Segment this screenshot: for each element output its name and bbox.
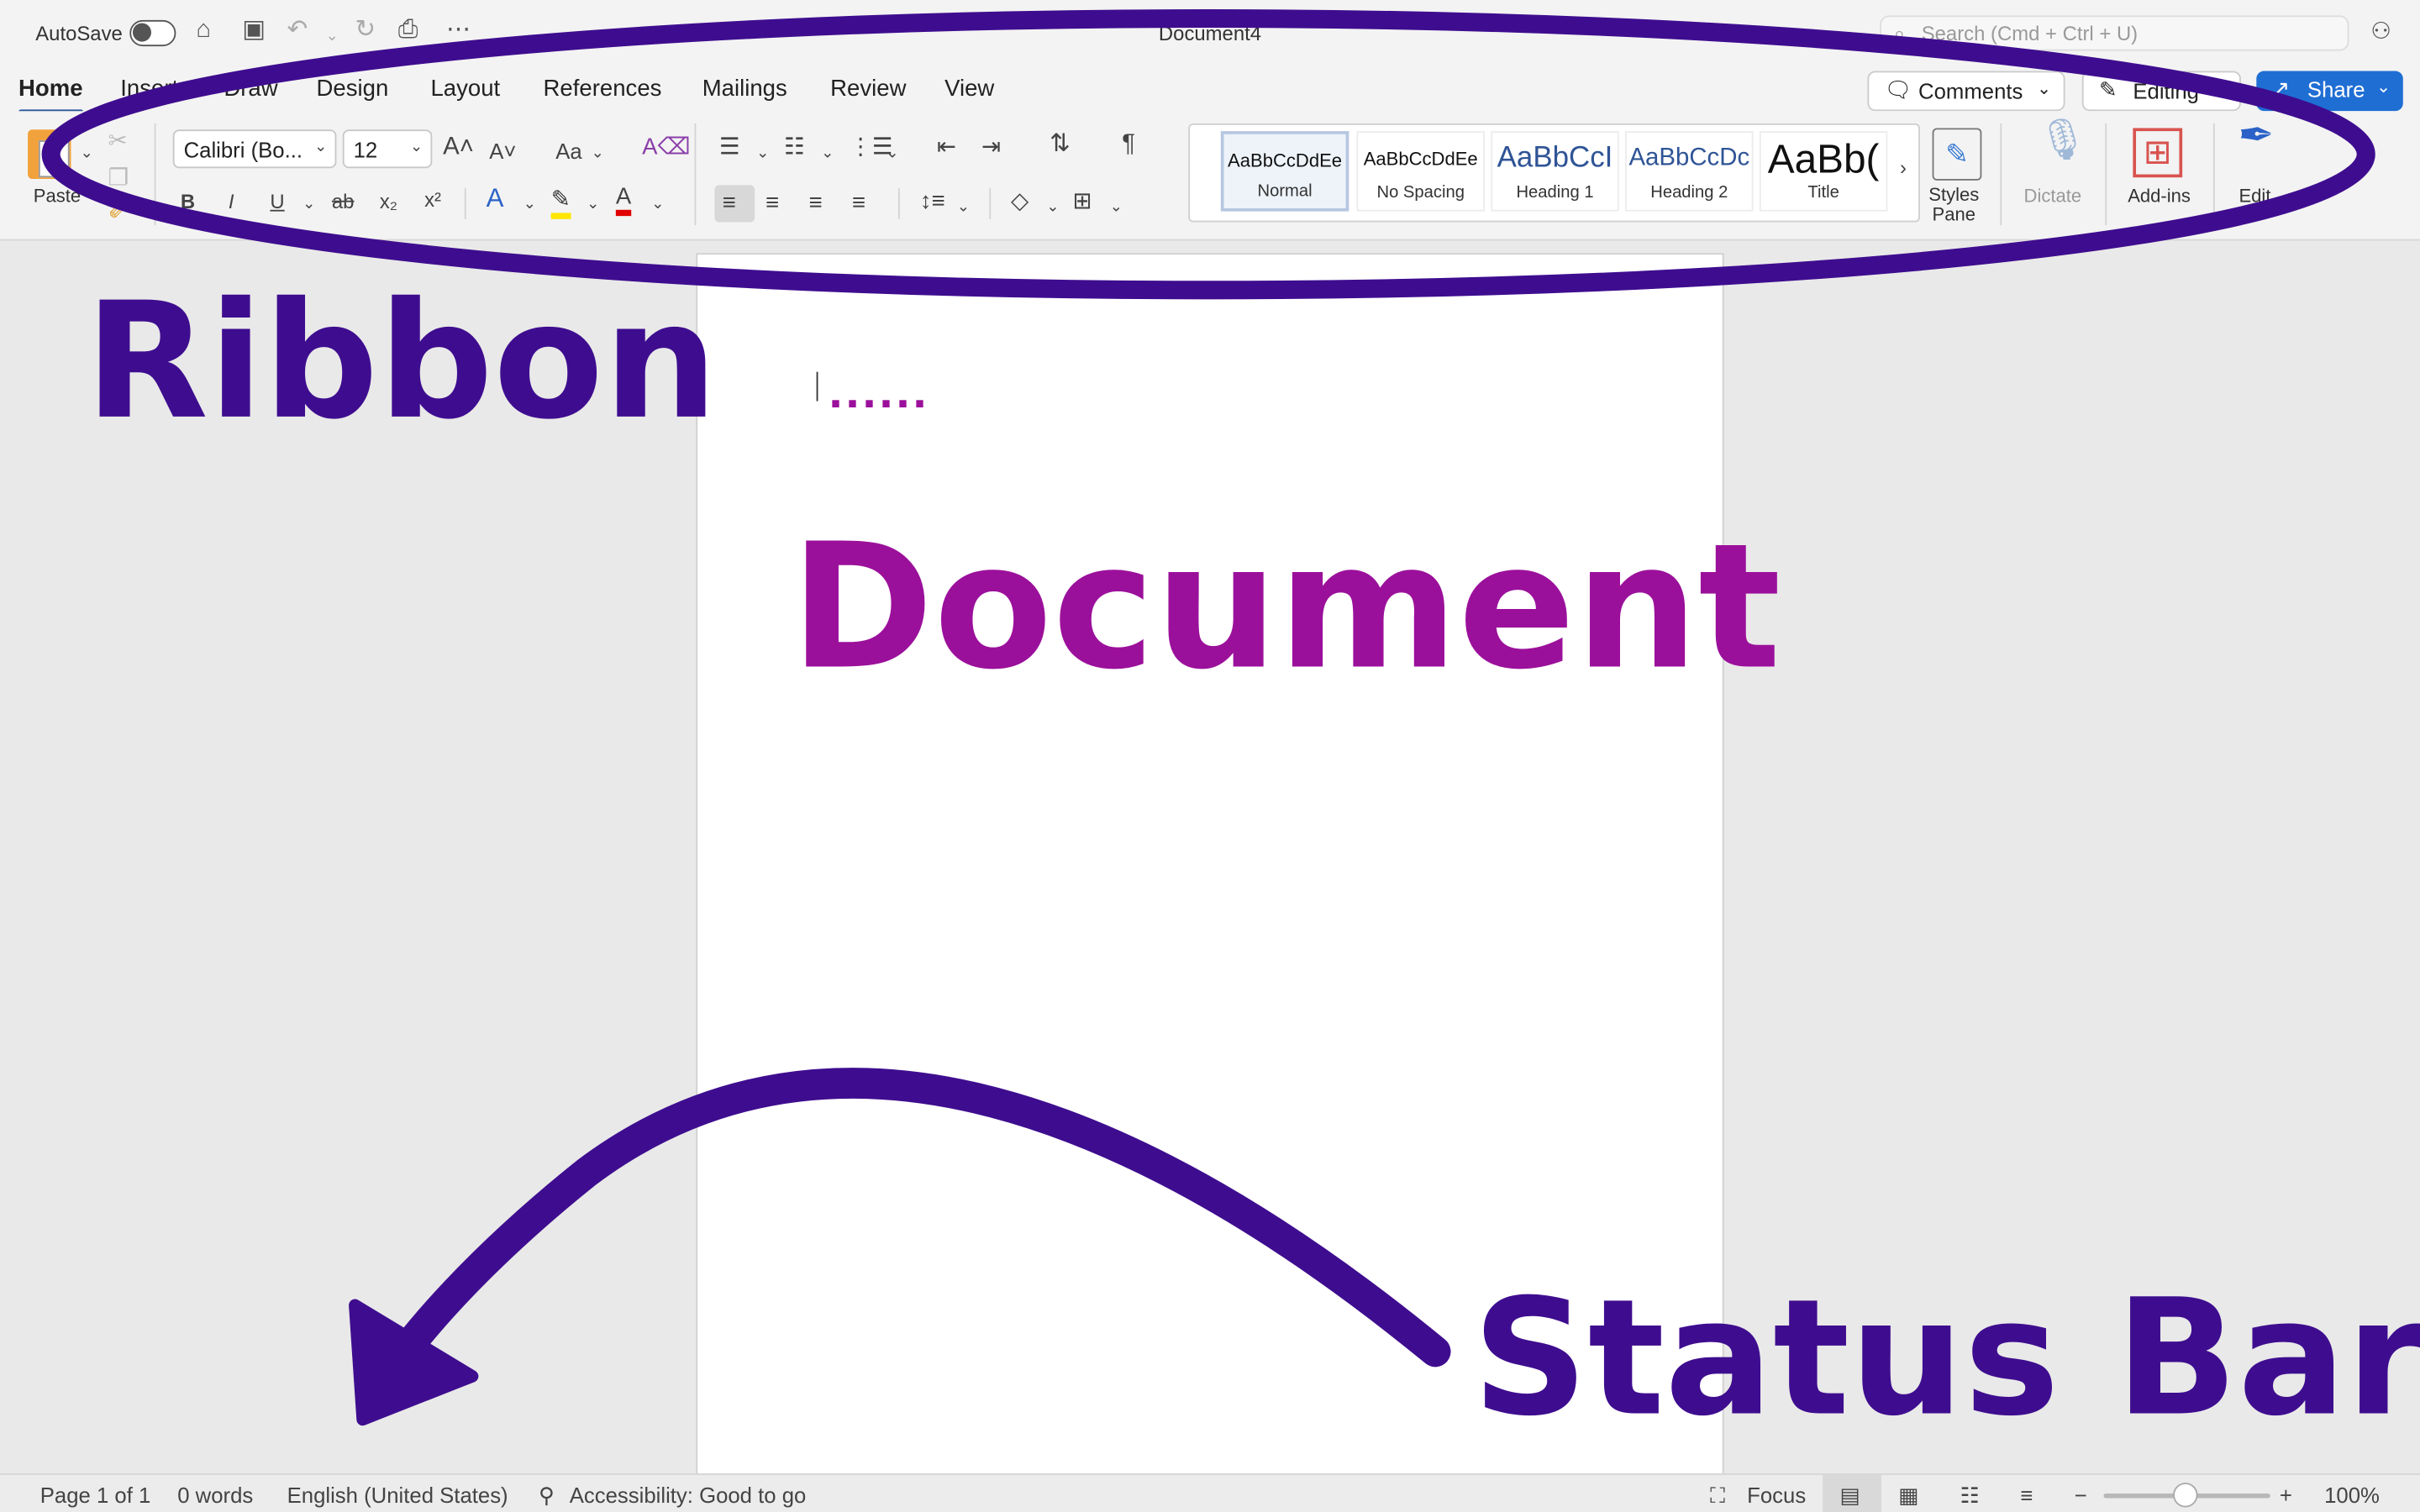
word-window: AutoSave ⌂ ▣ ↶ ⌄ ↻ ⎙ ⋯ Document4 ⌕ Searc…	[0, 0, 2420, 1512]
ribbon-annotation-label: Ribbon	[85, 266, 718, 455]
document-annotation-label: Document	[790, 507, 1781, 709]
ribbon-highlight-ellipse	[41, 9, 2375, 300]
status-bar-arrow-curve	[388, 1068, 1451, 1368]
status-bar-annotation-label: Status Bar	[1472, 1263, 2420, 1452]
